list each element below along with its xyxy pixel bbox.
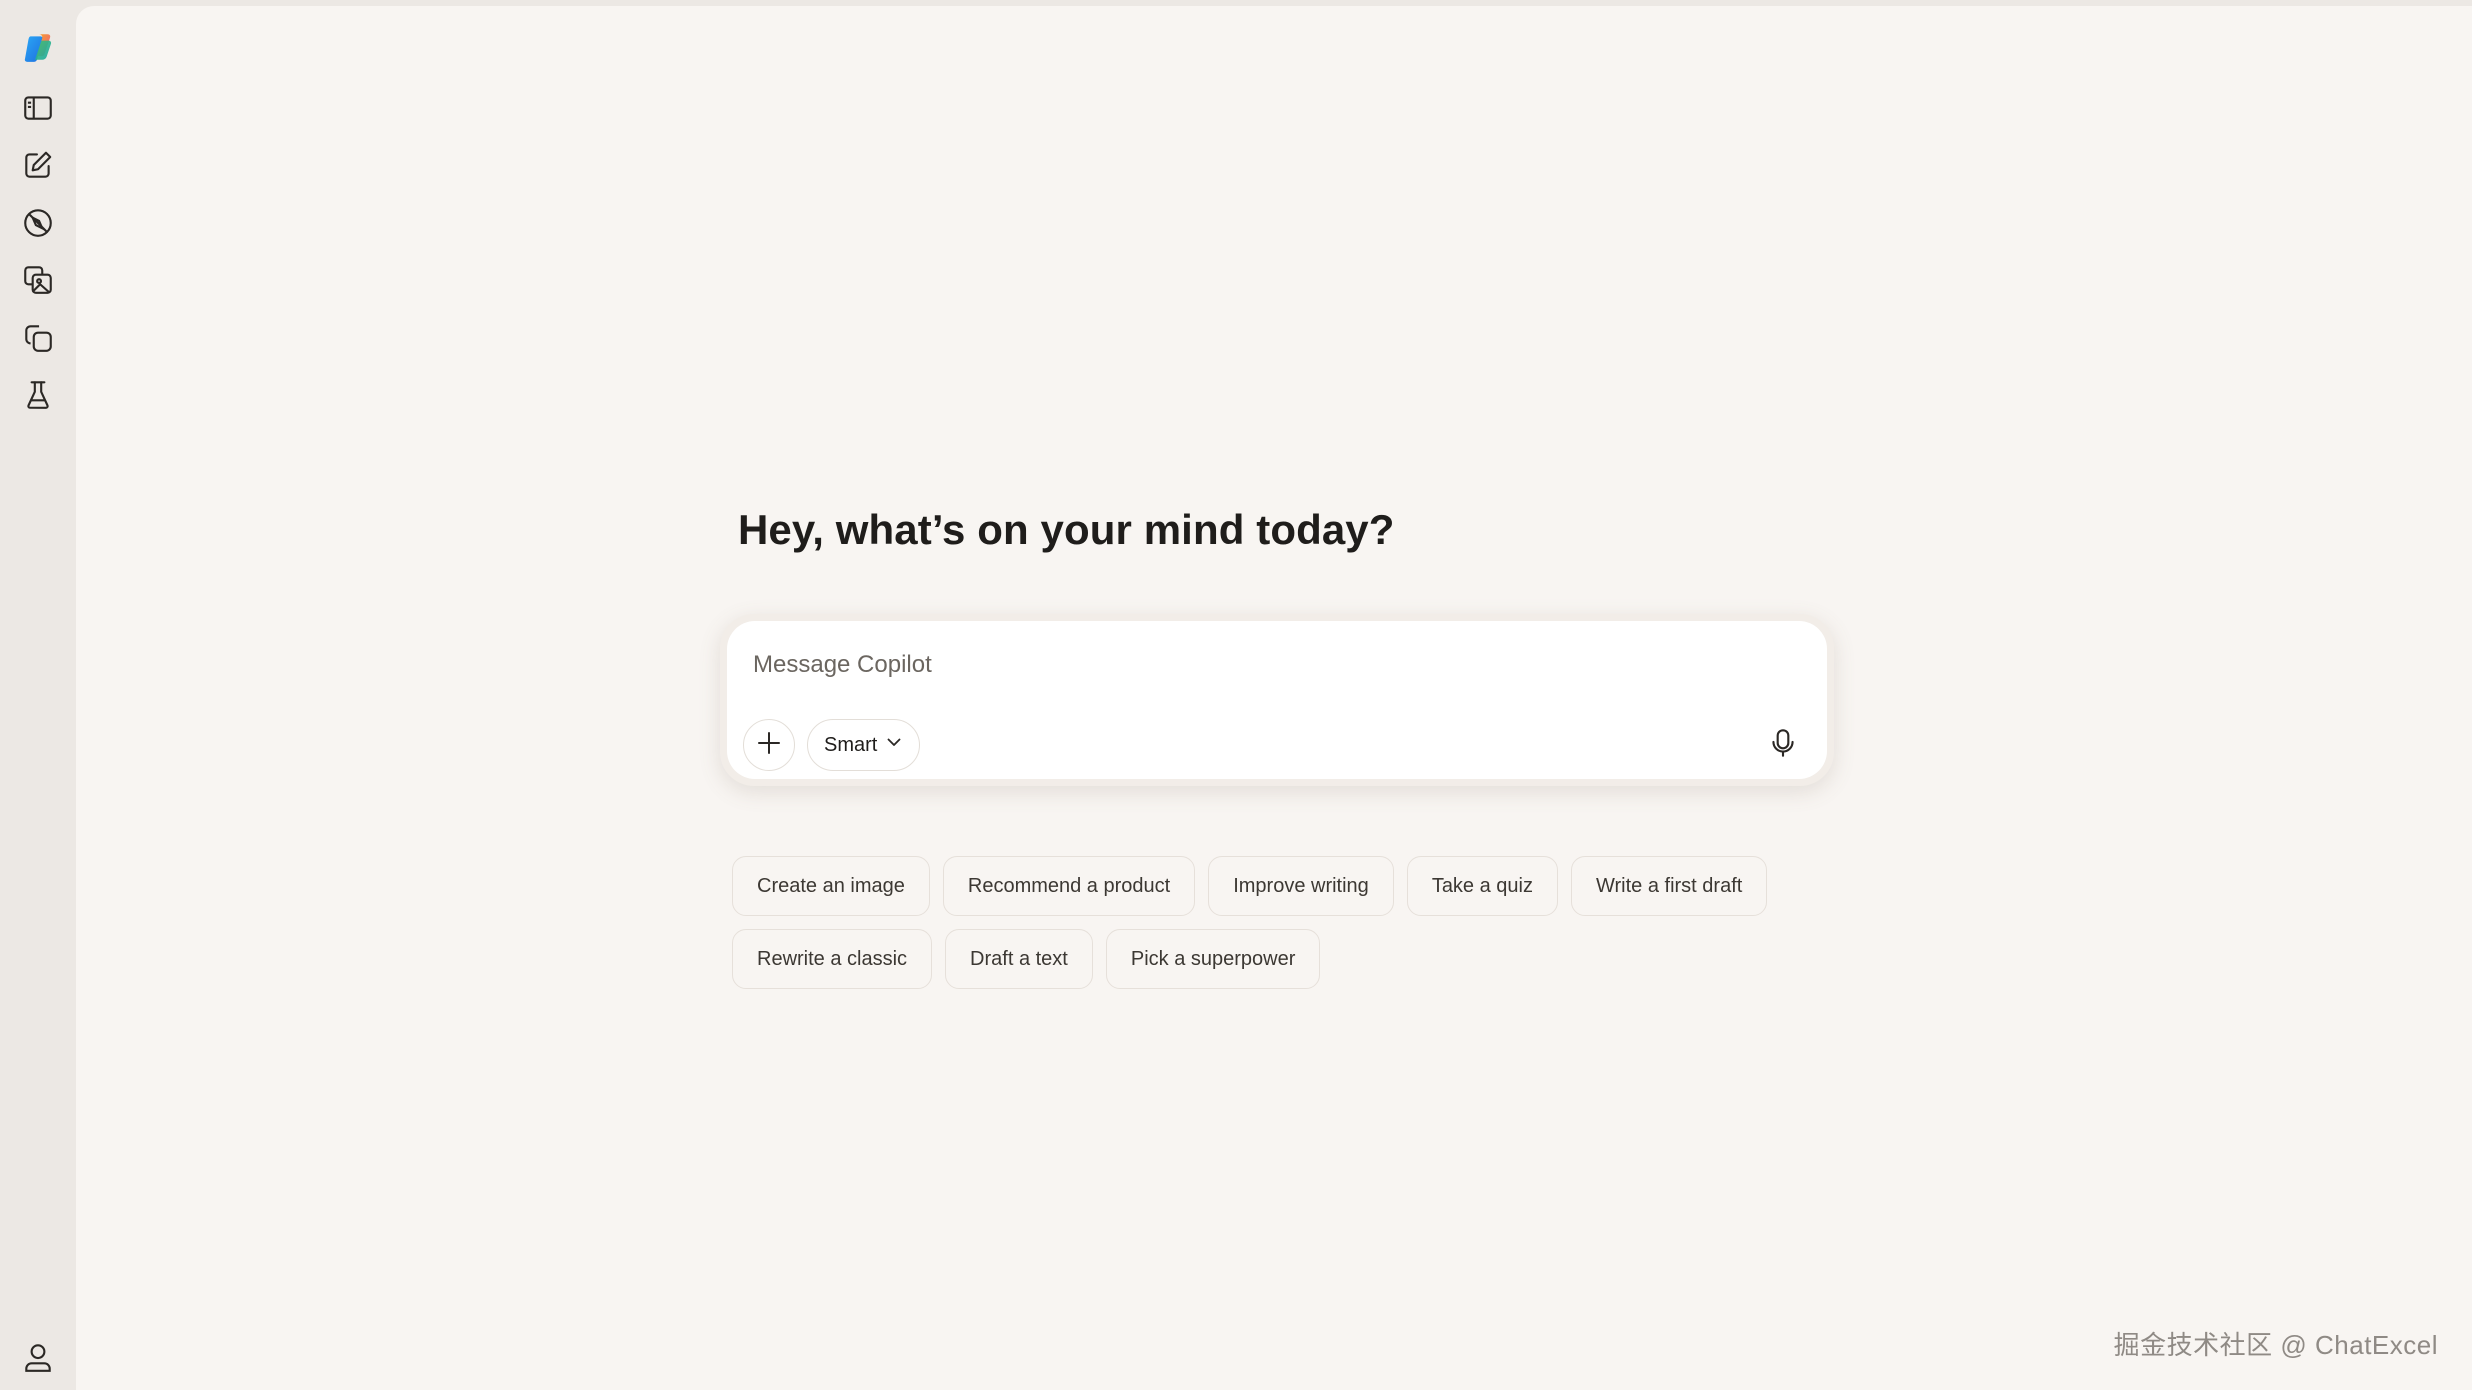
suggestion-write-first-draft[interactable]: Write a first draft	[1570, 856, 1768, 916]
suggestion-recommend-product[interactable]: Recommend a product	[942, 856, 1196, 916]
plus-icon	[755, 729, 783, 762]
profile-button[interactable]	[14, 1334, 62, 1382]
labs-button[interactable]	[14, 371, 62, 419]
microphone-icon	[1766, 726, 1800, 765]
page-title: Hey, what’s on your mind today?	[738, 506, 1395, 553]
labs-flask-icon	[21, 378, 55, 412]
left-rail	[0, 0, 76, 1390]
new-chat-icon	[21, 148, 55, 182]
mode-label: Smart	[824, 733, 878, 756]
message-input[interactable]	[751, 645, 1751, 685]
images-button[interactable]	[14, 256, 62, 304]
suggestion-draft-text[interactable]: Draft a text	[945, 929, 1093, 989]
sidebar-toggle-icon	[21, 91, 55, 125]
discover-button[interactable]	[14, 199, 62, 247]
image-gallery-icon	[21, 263, 55, 297]
suggestion-pick-superpower[interactable]: Pick a superpower	[1105, 929, 1321, 989]
chevron-down-icon	[885, 733, 903, 757]
copilot-logo-button[interactable]	[14, 24, 62, 72]
suggestion-take-quiz[interactable]: Take a quiz	[1406, 856, 1558, 916]
composer: Smart	[727, 621, 1827, 779]
new-chat-button[interactable]	[14, 141, 62, 189]
add-attachment-button[interactable]	[743, 719, 795, 771]
discover-icon	[21, 206, 55, 240]
suggestion-improve-writing[interactable]: Improve writing	[1208, 856, 1394, 916]
composer-frame: Smart	[720, 614, 1834, 786]
pages-icon	[21, 321, 55, 355]
sidebar-toggle-button[interactable]	[14, 84, 62, 132]
pages-button[interactable]	[14, 314, 62, 362]
suggestion-row-1: Create an image Recommend a product Impr…	[732, 856, 1852, 916]
voice-input-button[interactable]	[1755, 717, 1811, 773]
suggestion-row-2: Rewrite a classic Draft a text Pick a su…	[732, 929, 1852, 989]
profile-icon	[21, 1341, 55, 1375]
copilot-app: Hey, what’s on your mind today? Smart	[0, 0, 2472, 1390]
suggestion-chips: Create an image Recommend a product Impr…	[732, 856, 1852, 1002]
watermark: 掘金技术社区 @ ChatExcel	[2113, 1330, 2438, 1360]
copilot-logo-icon	[21, 31, 55, 65]
suggestion-create-image[interactable]: Create an image	[732, 856, 930, 916]
main-panel: Hey, what’s on your mind today? Smart	[76, 6, 2472, 1390]
suggestion-rewrite-classic[interactable]: Rewrite a classic	[732, 929, 933, 989]
mode-selector-button[interactable]: Smart	[807, 719, 921, 771]
